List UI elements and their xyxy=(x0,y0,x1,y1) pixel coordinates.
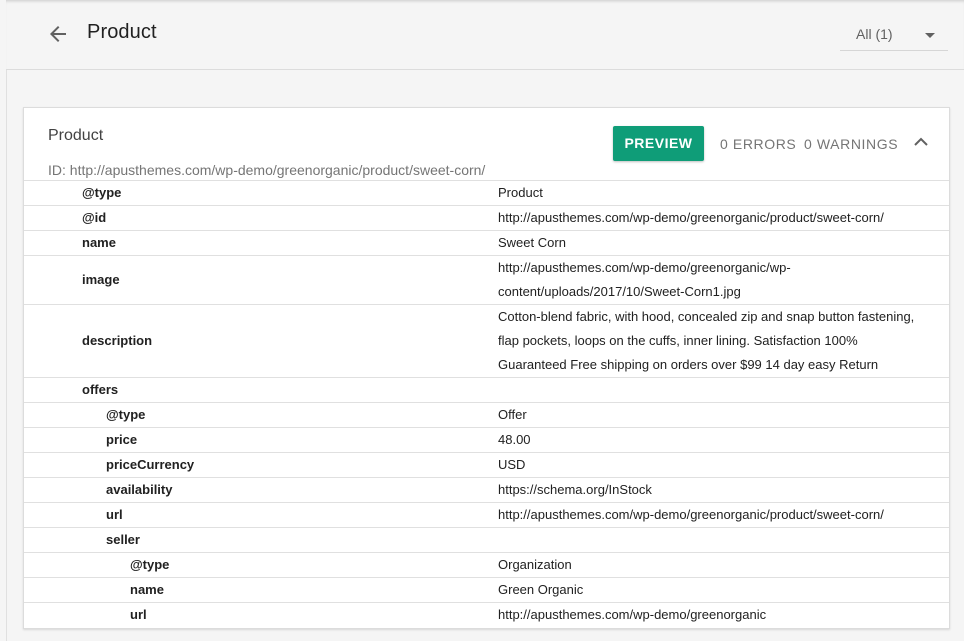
property-key: availability xyxy=(106,482,173,497)
property-key: @id xyxy=(82,210,107,225)
card-title: Product xyxy=(48,127,104,144)
property-value: http://apusthemes.com/wp-demo/greenorgan… xyxy=(498,507,884,522)
filter-selected-value: All (1) xyxy=(856,26,893,42)
property-row: offers xyxy=(24,377,949,402)
property-key: description xyxy=(82,333,153,348)
property-key: url xyxy=(130,607,147,622)
back-arrow-icon[interactable] xyxy=(46,22,70,46)
result-card: Product ID: http://apusthemes.com/wp-dem… xyxy=(23,107,950,629)
property-table: @type Product @id http://apusthemes.com/… xyxy=(24,180,949,627)
page-title: Product xyxy=(87,21,157,43)
property-value: 48.00 xyxy=(498,432,531,447)
top-bar: Product All (1) xyxy=(6,0,964,70)
property-row: @type Organization xyxy=(24,552,949,577)
caret-down-icon xyxy=(922,28,938,40)
property-row: url http://apusthemes.com/wp-demo/greeno… xyxy=(24,602,949,627)
property-value: USD xyxy=(498,457,526,472)
property-key: price xyxy=(106,432,138,447)
property-value: Sweet Corn xyxy=(498,235,566,250)
property-row: @type Offer xyxy=(24,402,949,427)
property-value: Green Organic xyxy=(498,582,584,597)
property-value: Product xyxy=(498,185,543,200)
property-key: name xyxy=(130,582,164,597)
property-key: priceCurrency xyxy=(106,457,195,472)
card-id-line: ID: http://apusthemes.com/wp-demo/greeno… xyxy=(48,162,486,178)
property-row: image http://apusthemes.com/wp-demo/gree… xyxy=(24,255,949,304)
property-value: http://apusthemes.com/wp-demo/greenorgan… xyxy=(498,607,767,622)
property-value xyxy=(498,378,928,402)
property-key: offers xyxy=(82,382,119,397)
page: Product All (1) Product ID: http://apust… xyxy=(0,0,964,641)
property-value: http://apusthemes.com/wp-demo/greenorgan… xyxy=(498,260,791,299)
property-key: @type xyxy=(106,407,146,422)
property-row: price 48.00 xyxy=(24,427,949,452)
property-value xyxy=(498,528,928,552)
property-key: seller xyxy=(106,532,140,547)
property-key: @type xyxy=(130,557,170,572)
errors-count: 0 ERRORS xyxy=(720,136,797,152)
property-row: availability https://schema.org/InStock xyxy=(24,477,949,502)
property-key: url xyxy=(106,507,123,522)
property-row: url http://apusthemes.com/wp-demo/greeno… xyxy=(24,502,949,527)
property-row: priceCurrency USD xyxy=(24,452,949,477)
property-value: http://apusthemes.com/wp-demo/greenorgan… xyxy=(498,210,884,225)
property-key: name xyxy=(82,235,116,250)
property-row: name Green Organic xyxy=(24,577,949,602)
result-filter-dropdown[interactable]: All (1) xyxy=(840,16,948,51)
property-row: description Cotton-blend fabric, with ho… xyxy=(24,304,949,377)
property-value: Cotton-blend fabric, with hood, conceale… xyxy=(498,309,915,372)
property-row: seller xyxy=(24,527,949,552)
property-key: image xyxy=(82,272,120,287)
warnings-count: 0 WARNINGS xyxy=(804,136,899,152)
property-value: Organization xyxy=(498,557,572,572)
property-row: name Sweet Corn xyxy=(24,230,949,255)
chevron-up-icon[interactable] xyxy=(912,135,930,149)
property-value: Offer xyxy=(498,407,527,422)
preview-button[interactable]: PREVIEW xyxy=(613,126,704,161)
property-value: https://schema.org/InStock xyxy=(498,482,652,497)
left-edge-strip xyxy=(0,0,7,641)
property-row: @id http://apusthemes.com/wp-demo/greeno… xyxy=(24,205,949,230)
property-key: @type xyxy=(82,185,122,200)
property-row: @type Product xyxy=(24,180,949,205)
